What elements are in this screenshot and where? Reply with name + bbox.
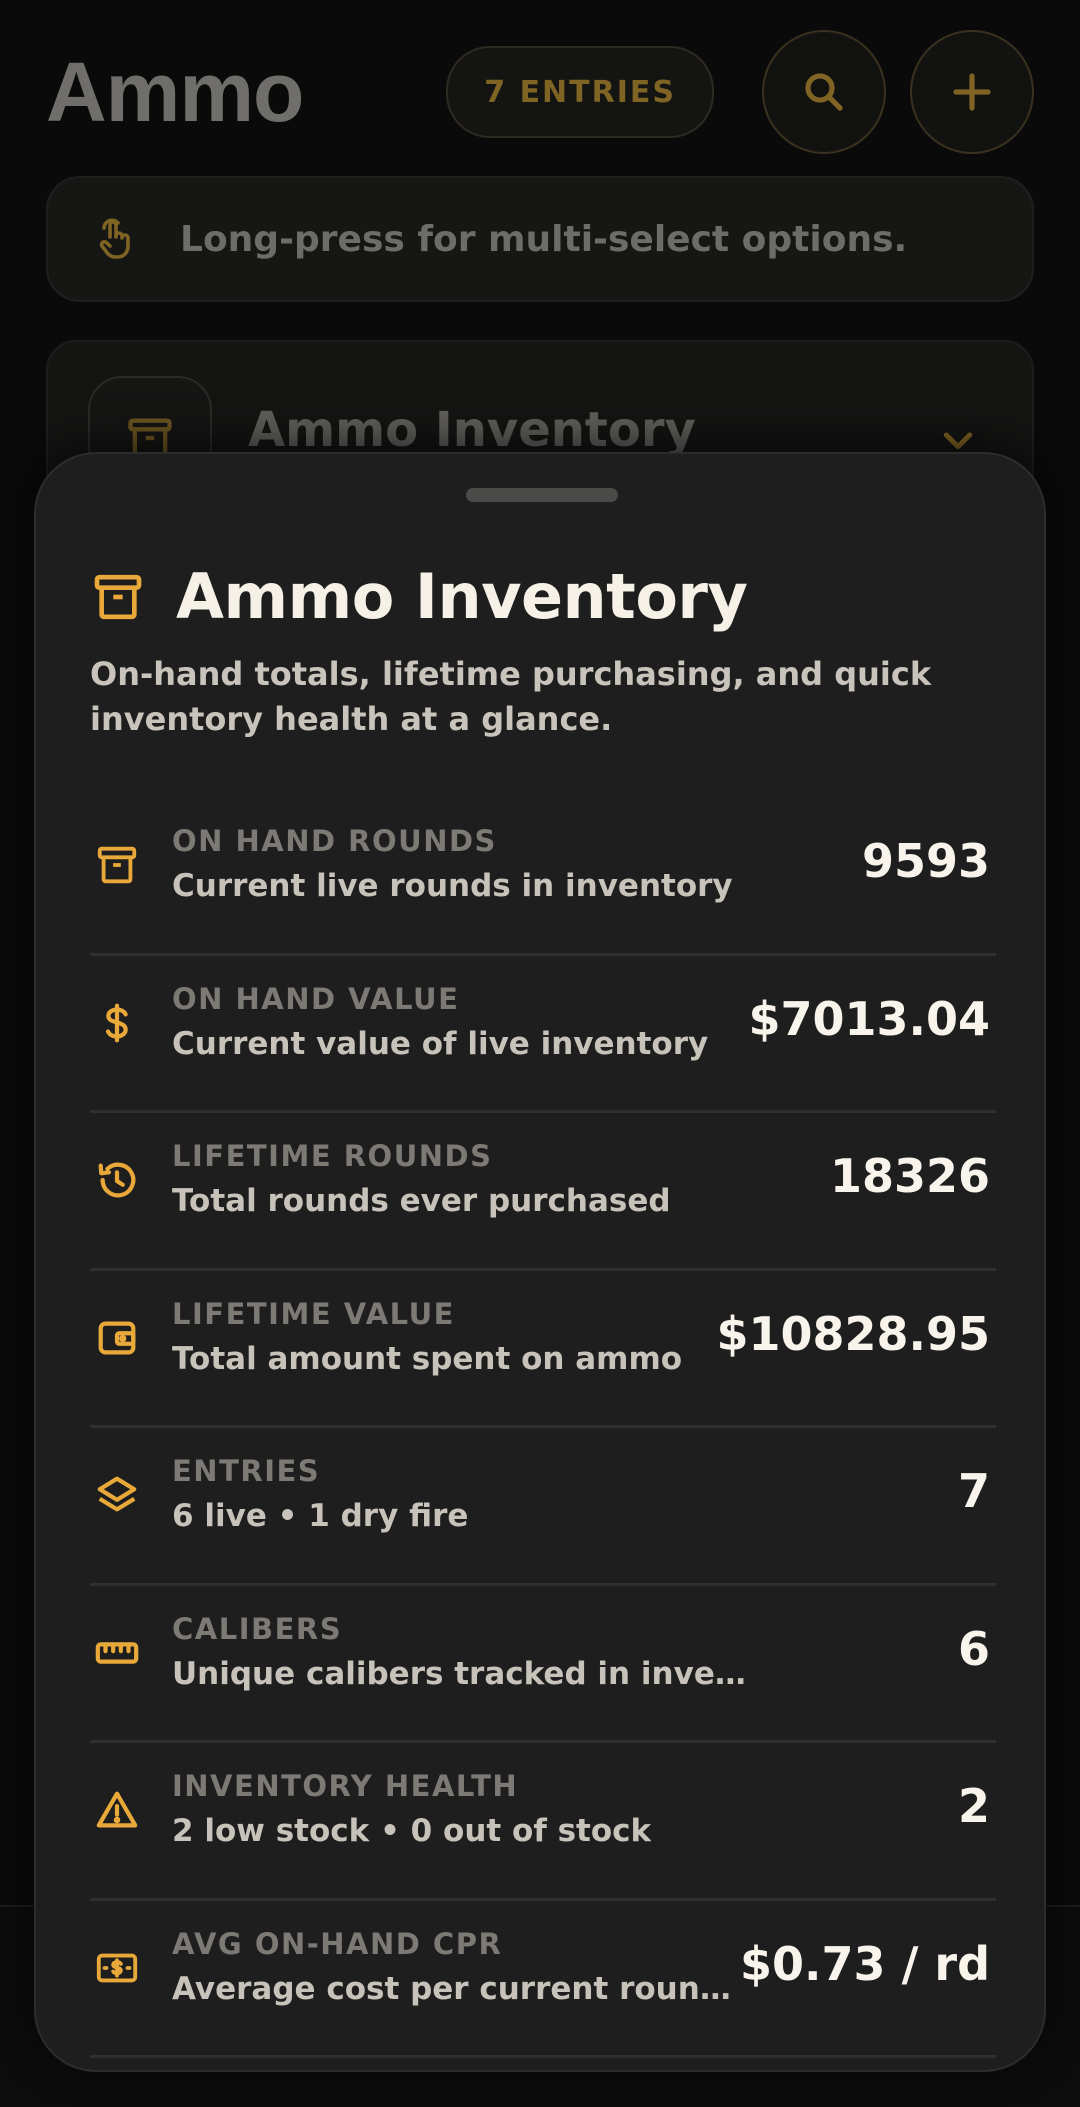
stat-subtitle: 6 live • 1 dry fire bbox=[172, 1498, 469, 1534]
page-title: Ammo bbox=[46, 44, 304, 139]
stat-subtitle: Current value of live inventory bbox=[172, 1025, 709, 1062]
cash-icon bbox=[94, 1945, 140, 1991]
stat-label: AVG ON-HAND CPR bbox=[172, 1926, 503, 1961]
stat-list: ON HAND ROUNDS Current live rounds in in… bbox=[90, 798, 996, 2058]
top-header: Ammo 7 ENTRIES bbox=[46, 28, 1034, 156]
warning-icon bbox=[94, 1787, 140, 1833]
stat-row-on-hand-value: ON HAND VALUE Current value of live inve… bbox=[90, 956, 996, 1113]
archive-box-icon bbox=[94, 842, 140, 888]
stat-label: INVENTORY HEALTH bbox=[172, 1769, 519, 1803]
touch-hand-icon bbox=[99, 218, 130, 259]
stat-row-inventory-health: INVENTORY HEALTH 2 low stock • 0 out of … bbox=[90, 1743, 996, 1901]
stat-value: 9593 bbox=[861, 834, 990, 888]
stat-row-entries: ENTRIES 6 live • 1 dry fire 7 bbox=[90, 1428, 996, 1586]
wallet-icon bbox=[94, 1315, 140, 1361]
inventory-bottom-sheet: Ammo Inventory On-hand totals, lifetime … bbox=[34, 452, 1046, 2072]
stat-label: LIFETIME ROUNDS bbox=[172, 1139, 493, 1173]
stat-value: $10828.95 bbox=[716, 1306, 990, 1361]
stat-value: $0.73 / rd bbox=[740, 1936, 990, 1991]
stat-subtitle: Average cost per current round on hand bbox=[172, 1970, 752, 2007]
stat-row-lifetime-value: LIFETIME VALUE Total amount spent on amm… bbox=[90, 1271, 996, 1428]
stat-label: ON HAND ROUNDS bbox=[172, 824, 497, 858]
app-root: Ammo 7 ENTRIES Long-press for multi-sele… bbox=[0, 0, 1080, 2107]
stat-row-avg-cpr: AVG ON-HAND CPR Average cost per current… bbox=[90, 1901, 996, 2058]
sheet-drag-handle[interactable] bbox=[466, 488, 618, 502]
stat-subtitle: Total amount spent on ammo bbox=[172, 1340, 683, 1377]
stat-row-lifetime-rounds: LIFETIME ROUNDS Total rounds ever purcha… bbox=[90, 1113, 996, 1271]
stat-subtitle: Unique calibers tracked in inventory bbox=[172, 1655, 752, 1692]
sheet-description: On-hand totals, lifetime purchasing, and… bbox=[90, 655, 932, 738]
stat-value: 7 bbox=[957, 1464, 990, 1518]
search-button[interactable] bbox=[762, 30, 886, 154]
sheet-title: Ammo Inventory bbox=[176, 560, 748, 633]
stat-value: 18326 bbox=[829, 1149, 990, 1203]
stat-subtitle: Total rounds ever purchased bbox=[172, 1183, 671, 1219]
stat-row-on-hand-rounds: ON HAND ROUNDS Current live rounds in in… bbox=[90, 798, 996, 956]
ruler-icon bbox=[94, 1630, 140, 1676]
card-title: Ammo Inventory bbox=[248, 402, 696, 458]
stat-label: CALIBERS bbox=[172, 1611, 343, 1646]
stat-value: $7013.04 bbox=[748, 991, 990, 1046]
stat-label: ENTRIES bbox=[172, 1454, 321, 1488]
layers-icon bbox=[94, 1472, 140, 1518]
stat-row-calibers: CALIBERS Unique calibers tracked in inve… bbox=[90, 1586, 996, 1743]
stat-label: LIFETIME VALUE bbox=[172, 1296, 455, 1331]
search-icon bbox=[805, 73, 843, 111]
sheet-header: Ammo Inventory bbox=[90, 560, 748, 633]
plus-icon bbox=[953, 73, 991, 111]
entries-count-badge[interactable]: 7 ENTRIES bbox=[446, 46, 714, 138]
dollar-icon bbox=[94, 1000, 140, 1046]
history-icon bbox=[94, 1157, 140, 1203]
stat-subtitle: 2 low stock • 0 out of stock bbox=[172, 1813, 652, 1849]
add-entry-button[interactable] bbox=[910, 30, 1034, 154]
stat-value: 6 bbox=[957, 1621, 990, 1676]
stat-subtitle: Current live rounds in inventory bbox=[172, 868, 733, 904]
stat-label: ON HAND VALUE bbox=[172, 981, 460, 1016]
tip-text: Long-press for multi-select options. bbox=[180, 218, 908, 260]
archive-box-icon bbox=[94, 574, 142, 619]
stat-value: 2 bbox=[957, 1779, 990, 1833]
multi-select-tip-banner: Long-press for multi-select options. bbox=[46, 176, 1034, 302]
